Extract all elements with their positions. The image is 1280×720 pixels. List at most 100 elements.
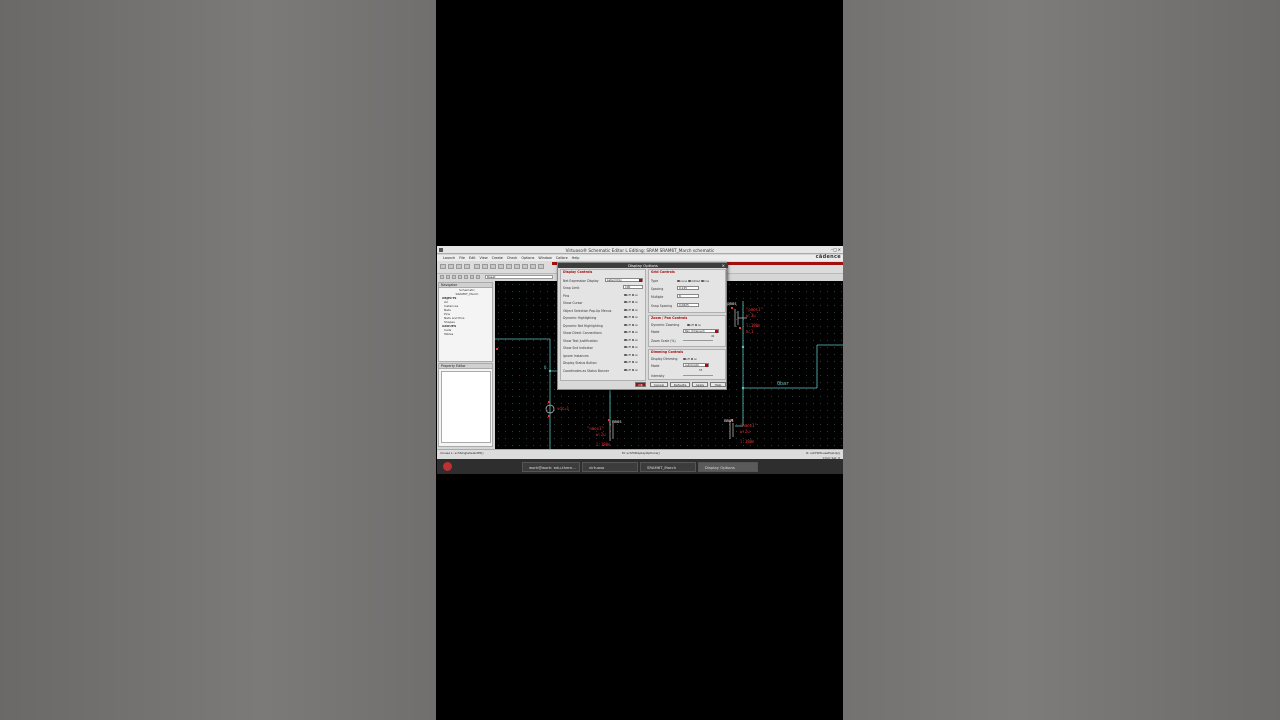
zoom-out-icon[interactable]: [490, 264, 496, 269]
print-icon[interactable]: [464, 264, 470, 269]
window-title: Virtuoso® Schematic Editor L Editing: SR…: [565, 247, 715, 253]
off-text: off: [627, 345, 631, 349]
task-schematic[interactable]: SRAM6T_March: [640, 462, 696, 472]
taskbar: work@work: edu-them... virtuoso SRAM6T_M…: [437, 459, 843, 474]
nav-tables[interactable]: Tables: [439, 332, 492, 336]
open-icon[interactable]: [448, 264, 454, 269]
snd-indicator-radio[interactable]: off on: [624, 345, 638, 349]
rotate-icon[interactable]: [464, 275, 468, 279]
apply-button[interactable]: Apply: [692, 382, 708, 387]
property-list[interactable]: [441, 371, 491, 443]
task-virtuoso[interactable]: virtuoso: [582, 462, 638, 472]
off-text: off: [627, 315, 631, 319]
close-icon[interactable]: ×: [838, 247, 841, 252]
zoom-mode-select[interactable]: Pan (Chained): [683, 329, 719, 334]
dynamic-zooming-radio[interactable]: off on: [687, 323, 701, 327]
pmos-cell: "pmos1": [746, 307, 763, 312]
snap-spacing-field[interactable]: 0.0625: [677, 303, 699, 307]
intensity-value: 55: [699, 369, 703, 372]
menu-help[interactable]: Help: [572, 256, 580, 260]
save-icon[interactable]: [456, 264, 462, 269]
property-icon[interactable]: [470, 275, 474, 279]
status-left: mouse L: schSingleSelectPt(): [440, 451, 484, 455]
menu-options[interactable]: Options: [521, 256, 534, 260]
menu-create[interactable]: Create: [492, 256, 503, 260]
hierarchy-icon[interactable]: [476, 275, 480, 279]
undo-icon[interactable]: [530, 264, 536, 269]
task-display-options[interactable]: Display Options: [698, 462, 758, 472]
show-cursor-label: Show Cursor: [563, 301, 583, 305]
navigator-pane: Navigator Schematic SRAM6T_March OBJECTS…: [438, 282, 493, 362]
off-text: off: [690, 323, 694, 327]
redhat-logo-icon[interactable]: [443, 462, 452, 471]
intensity-label: Intensity: [651, 374, 665, 378]
chevron-down-icon: [705, 364, 708, 368]
intensity-slider[interactable]: [683, 375, 713, 376]
show-cursor-radio[interactable]: off on: [624, 300, 638, 304]
stretch-icon[interactable]: [458, 275, 462, 279]
new-icon[interactable]: [440, 264, 446, 269]
on-text: on: [634, 330, 639, 334]
object-selection-radio[interactable]: off on: [624, 308, 638, 312]
status-button-radio[interactable]: off on: [624, 360, 638, 364]
ok-button[interactable]: OK: [635, 382, 646, 387]
dialog-close-icon[interactable]: ×: [722, 263, 725, 268]
ignore-instances-radio[interactable]: off on: [624, 353, 638, 357]
move-icon[interactable]: [446, 275, 450, 279]
menu-edit[interactable]: Edit: [469, 256, 476, 260]
grid-spacing-field[interactable]: 0.125: [677, 286, 699, 290]
maximize-icon[interactable]: □: [833, 247, 837, 252]
menu-file[interactable]: File: [459, 256, 465, 260]
net-expression-label: Net Expression Display: [563, 279, 599, 283]
on-text: on: [634, 345, 639, 349]
dimming-mode-select[interactable]: automatic: [683, 363, 709, 368]
on-text: on: [697, 323, 702, 327]
delete-icon[interactable]: [522, 264, 528, 269]
net-expression-select[interactable]: Label Only: [605, 278, 643, 283]
redo-icon[interactable]: [538, 264, 544, 269]
zoom-pan-section: Zoom / Pan Controls Dynamic Zooming off …: [648, 315, 726, 347]
menu-view[interactable]: View: [480, 256, 488, 260]
dynamic-highlighting-radio[interactable]: off on: [624, 315, 638, 319]
grid-multiple-field[interactable]: 8: [677, 294, 699, 298]
menu-launch[interactable]: Launch: [443, 256, 455, 260]
dynamic-net-radio[interactable]: off on: [624, 323, 638, 327]
select-icon[interactable]: [440, 275, 444, 279]
menu-window[interactable]: Window: [538, 256, 551, 260]
defaults-button[interactable]: Defaults: [670, 382, 690, 387]
task-terminal[interactable]: work@work: edu-them...: [522, 462, 580, 472]
display-controls-section: Display Controls Net Expression Display …: [560, 269, 646, 381]
search-input[interactable]: Reset: [485, 275, 553, 279]
off-text: off: [627, 330, 631, 334]
grid-type-radio[interactable]: none dotted line: [677, 279, 709, 283]
pins-radio[interactable]: off on: [624, 293, 638, 297]
direct-connections-radio[interactable]: off on: [624, 330, 638, 334]
zoom-mode-value: Pan (Chained): [685, 329, 705, 333]
zoom-in-icon[interactable]: [482, 264, 488, 269]
menu-calibre[interactable]: Calibre: [556, 256, 568, 260]
property-editor-pane: Property Editor: [438, 363, 493, 447]
grid-dotted-text: dotted: [691, 279, 701, 283]
snap-limit-field[interactable]: 100: [623, 285, 643, 289]
text-justification-radio[interactable]: off on: [624, 338, 638, 342]
nmos-left-w: w:2u: [596, 432, 606, 437]
coordinates-banner-label: Coordinates as Status Banner: [563, 369, 610, 373]
left-blur-backdrop: [0, 0, 436, 720]
zoom-scale-value: 40: [711, 335, 715, 338]
cancel-button[interactable]: Cancel: [650, 382, 668, 387]
pin-icon[interactable]: [514, 264, 520, 269]
snd-indicator-label: Show Snd Indicator: [563, 346, 593, 350]
display-dimming-radio[interactable]: off on: [683, 357, 697, 361]
off-text: off: [686, 357, 690, 361]
on-text: on: [634, 308, 639, 312]
copy-icon[interactable]: [452, 275, 456, 279]
zoom-scale-slider[interactable]: [683, 340, 713, 341]
fit-icon[interactable]: [498, 264, 504, 269]
menu-check[interactable]: Check: [507, 256, 517, 260]
coordinates-banner-radio[interactable]: off on: [624, 368, 638, 372]
wire-icon[interactable]: [506, 264, 512, 269]
net-label-qbar: Qbar: [777, 381, 790, 387]
grid-controls-header: Grid Controls: [651, 270, 675, 274]
check-icon[interactable]: [474, 264, 480, 269]
help-button[interactable]: Help: [710, 382, 726, 387]
